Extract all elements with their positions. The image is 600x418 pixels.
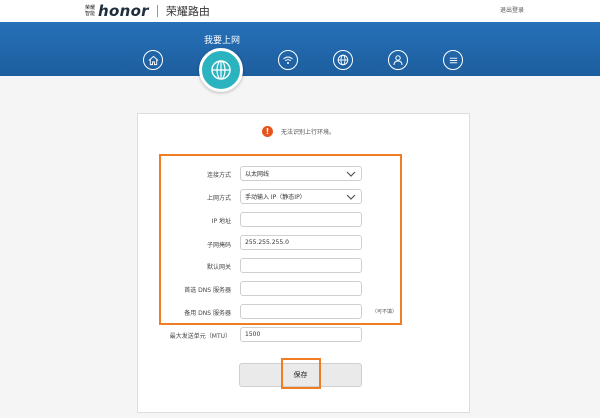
ip-input[interactable] xyxy=(240,212,362,227)
chevron-down-icon xyxy=(346,171,356,177)
mask-input[interactable]: 255.255.255.0 xyxy=(240,235,362,250)
dns2-label: 备用 DNS 服务器 xyxy=(184,310,231,317)
brand-tagline: 荣耀 智能 xyxy=(85,5,95,17)
user-icon xyxy=(393,55,403,66)
warning-icon: ! xyxy=(262,126,273,137)
mtu-label: 最大发送单元（MTU） xyxy=(169,333,231,340)
mtu-value: 1500 xyxy=(245,331,261,338)
access-mode-label: 上网方式 xyxy=(206,195,231,202)
home-icon xyxy=(148,55,158,65)
dns1-label: 首选 DNS 服务器 xyxy=(184,287,231,294)
logout-link[interactable]: 退出登录 xyxy=(500,5,524,14)
wifi-icon xyxy=(283,56,293,64)
connection-type-label: 连接方式 xyxy=(206,172,231,179)
menu-icon xyxy=(449,57,457,63)
save-button[interactable]: 保存 xyxy=(239,363,362,387)
connection-type-value: 以太网线 xyxy=(245,171,270,178)
internet-nav-button[interactable] xyxy=(199,48,243,92)
brand: 荣耀 智能 honor 荣耀路由 xyxy=(85,2,210,20)
save-button-label: 保存 xyxy=(293,371,308,379)
user-nav-button[interactable] xyxy=(388,50,408,70)
access-mode-value: 手动输入 IP（静态IP） xyxy=(245,194,306,201)
mask-value: 255.255.255.0 xyxy=(245,239,289,246)
status-message-text: 无法识别上行环境。 xyxy=(281,129,336,136)
gateway-input[interactable] xyxy=(240,258,362,273)
dns2-optional-hint: （可不填） xyxy=(372,309,398,315)
home-nav-button[interactable] xyxy=(143,50,163,70)
connection-type-select[interactable]: 以太网线 xyxy=(240,166,362,181)
globe-icon xyxy=(211,60,231,80)
honor-logo: honor xyxy=(98,2,149,20)
dns1-input[interactable] xyxy=(240,281,362,296)
top-bar: 荣耀 智能 honor 荣耀路由 退出登录 xyxy=(0,0,600,22)
nav-active-title: 我要上网 xyxy=(204,36,241,46)
access-mode-select[interactable]: 手动输入 IP（静态IP） xyxy=(240,189,362,204)
dns2-input[interactable] xyxy=(240,304,362,319)
network-icon xyxy=(337,54,349,66)
chevron-down-icon xyxy=(346,194,356,200)
brand-tagline-line2: 智能 xyxy=(85,11,96,17)
wifi-nav-button[interactable] xyxy=(278,50,298,70)
brand-divider xyxy=(156,5,158,17)
mask-label: 子网掩码 xyxy=(206,242,231,249)
ip-label: IP 地址 xyxy=(211,218,231,225)
network-nav-button[interactable] xyxy=(333,50,353,70)
more-nav-button[interactable] xyxy=(443,50,463,70)
nav-band xyxy=(0,22,600,76)
mtu-input[interactable]: 1500 xyxy=(240,327,362,342)
status-message: ! 无法识别上行环境。 xyxy=(262,126,335,137)
gateway-label: 默认网关 xyxy=(206,264,231,271)
product-name: 荣耀路由 xyxy=(165,5,210,18)
